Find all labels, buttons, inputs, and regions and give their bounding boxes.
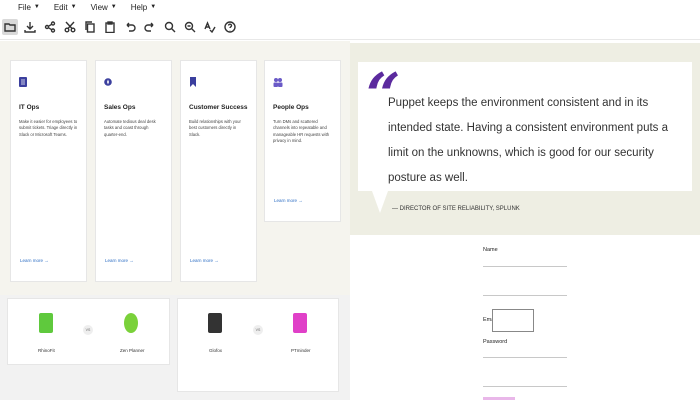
password-field-2[interactable] bbox=[483, 386, 567, 387]
menu-bar: File ▼ Edit ▼ View ▼ Help ▼ bbox=[0, 0, 700, 14]
card-title: People Ops bbox=[273, 104, 309, 111]
download-icon[interactable] bbox=[22, 19, 38, 35]
zen-planner-logo bbox=[124, 313, 138, 333]
email-field[interactable] bbox=[492, 309, 534, 332]
testimonial-pointer bbox=[372, 191, 388, 213]
learn-more-link[interactable]: Learn more → bbox=[274, 198, 303, 203]
bookmark-icon bbox=[190, 77, 196, 87]
learn-more-link[interactable]: Learn more → bbox=[105, 258, 134, 263]
menu-view-label: View bbox=[90, 2, 108, 12]
glofox-logo bbox=[208, 313, 222, 333]
name-field-2[interactable] bbox=[483, 295, 567, 296]
testimonial-text: Puppet keeps the environment consistent … bbox=[388, 97, 669, 184]
card-people-ops: People Ops Turn DMs and scattered channe… bbox=[264, 60, 341, 222]
menu-help[interactable]: Help ▼ bbox=[131, 3, 156, 12]
menu-edit-label: Edit bbox=[53, 2, 68, 12]
list-icon bbox=[19, 77, 27, 87]
redo-icon[interactable] bbox=[142, 19, 158, 35]
toolbar bbox=[0, 14, 700, 40]
name-field[interactable] bbox=[483, 266, 567, 267]
learn-more-link[interactable]: Learn more → bbox=[190, 258, 219, 263]
rhinofit-name: RhinoFit bbox=[38, 348, 55, 353]
zoom-out-icon[interactable] bbox=[182, 19, 198, 35]
learn-more-link[interactable]: Learn more → bbox=[20, 258, 49, 263]
card-title: IT Ops bbox=[19, 104, 40, 111]
vs-badge: VS bbox=[253, 325, 263, 335]
card-title: Customer Success bbox=[189, 104, 248, 111]
zen-planner-name: Zen Planner bbox=[120, 348, 145, 353]
help-icon[interactable] bbox=[222, 19, 238, 35]
card-description: Turn DMs and scattered channels into rep… bbox=[273, 119, 330, 143]
menu-view[interactable]: View ▼ bbox=[91, 3, 117, 12]
copy-icon[interactable] bbox=[82, 19, 98, 35]
card-description: Build relationships with your best custo… bbox=[189, 119, 241, 137]
card-title: Sales Ops bbox=[104, 104, 136, 111]
glofox-name: Glofox bbox=[209, 348, 223, 353]
ptminder-name: PTminder bbox=[291, 348, 311, 353]
chevron-down-icon: ▼ bbox=[33, 4, 40, 10]
rhinofit-logo bbox=[39, 313, 53, 333]
share-icon[interactable] bbox=[42, 19, 58, 35]
menu-file[interactable]: File ▼ bbox=[18, 3, 40, 12]
compass-icon bbox=[104, 78, 112, 86]
menu-edit[interactable]: Edit ▼ bbox=[54, 3, 77, 12]
paste-icon[interactable] bbox=[102, 19, 118, 35]
card-customer-success: Customer Success Build relationships wit… bbox=[180, 60, 257, 282]
vs-badge: VS bbox=[83, 325, 93, 335]
chevron-down-icon: ▼ bbox=[70, 4, 77, 10]
testimonial-attribution: — DIRECTOR OF SITE RELIABILITY, SPLUNK bbox=[392, 206, 520, 212]
undo-icon[interactable] bbox=[122, 19, 138, 35]
ptminder-logo bbox=[293, 313, 307, 333]
card-sales-ops: Sales Ops Automate tedious deal desk tas… bbox=[95, 60, 172, 282]
zoom-in-icon[interactable] bbox=[162, 19, 178, 35]
chevron-down-icon: ▼ bbox=[150, 4, 157, 10]
spellcheck-icon[interactable] bbox=[202, 19, 218, 35]
chevron-down-icon: ▼ bbox=[110, 4, 117, 10]
menu-help-label: Help bbox=[130, 2, 148, 12]
card-description: Automate tedious deal desk tasks and coa… bbox=[104, 119, 156, 137]
folder-icon[interactable] bbox=[2, 18, 18, 35]
people-icon bbox=[273, 78, 283, 87]
cut-icon[interactable] bbox=[62, 19, 78, 35]
comparison-card-glofox-ptminder[interactable] bbox=[177, 298, 339, 392]
card-description: Make it easier for employees to submit t… bbox=[19, 119, 78, 137]
password-label: Password bbox=[483, 339, 508, 345]
name-label: Name bbox=[483, 247, 498, 253]
card-it-ops: IT Ops Make it easier for employees to s… bbox=[10, 60, 87, 282]
password-field[interactable] bbox=[483, 357, 567, 358]
menu-file-label: File bbox=[18, 2, 31, 12]
